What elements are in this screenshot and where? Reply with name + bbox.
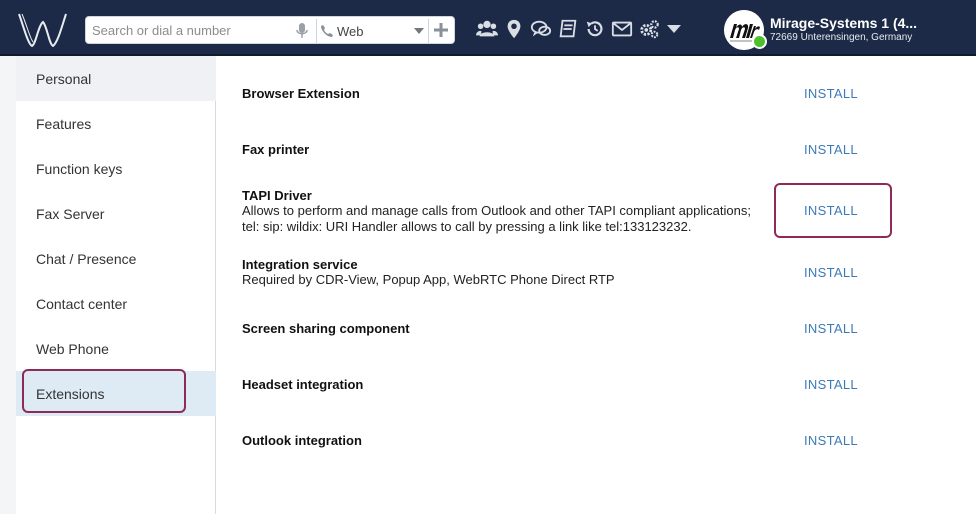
channel-label: Web: [337, 23, 364, 39]
online-status-badge: [752, 34, 767, 49]
sidebar-item-function-keys[interactable]: Function keys: [16, 146, 216, 191]
install-button-outlook-integration[interactable]: INSTALL: [804, 433, 858, 448]
sidebar-item-fax-server[interactable]: Fax Server: [16, 191, 216, 236]
divider: [316, 19, 317, 43]
channel-select[interactable]: Web: [320, 20, 364, 42]
left-gutter: [0, 56, 16, 514]
account-location: 72669 Unterensingen, Germany: [770, 32, 913, 43]
sidebar-item-personal[interactable]: Personal: [16, 56, 216, 101]
app-logo-icon[interactable]: [16, 8, 70, 50]
account-name[interactable]: Mirage-Systems 1 (4...: [770, 15, 917, 31]
sidebar-item-web-phone[interactable]: Web Phone: [16, 326, 216, 371]
sidebar-item-contact-center[interactable]: Contact center: [16, 281, 216, 326]
install-button-integration-service[interactable]: INSTALL: [804, 265, 858, 280]
history-icon[interactable]: [582, 16, 608, 42]
divider: [428, 19, 429, 43]
search-input[interactable]: [86, 17, 286, 43]
install-button-headset-integration[interactable]: INSTALL: [804, 377, 858, 392]
phone-icon: [321, 25, 333, 37]
search-box: Web: [85, 16, 455, 44]
plus-icon[interactable]: [432, 21, 450, 39]
sidebar-item-features[interactable]: Features: [16, 101, 216, 146]
dropdown-caret-icon[interactable]: [667, 25, 681, 33]
settings-sidebar: Personal Features Function keys Fax Serv…: [16, 56, 216, 514]
selection-highlight: [22, 369, 186, 413]
sidebar-item-chat-presence[interactable]: Chat / Presence: [16, 236, 216, 281]
contacts-icon[interactable]: [474, 16, 500, 42]
install-button-fax-printer[interactable]: INSTALL: [804, 142, 858, 157]
install-button-browser-extension[interactable]: INSTALL: [804, 86, 858, 101]
map-marker-icon[interactable]: [501, 16, 527, 42]
chevron-down-icon[interactable]: [414, 28, 424, 34]
book-icon[interactable]: [555, 16, 581, 42]
chat-icon[interactable]: [528, 16, 554, 42]
microphone-icon[interactable]: [295, 22, 309, 40]
mail-icon[interactable]: [609, 16, 635, 42]
top-bar: Web: [0, 0, 976, 56]
install-button-screen-sharing[interactable]: INSTALL: [804, 321, 858, 336]
toolbar-icons: [474, 16, 681, 42]
settings-icon[interactable]: [636, 16, 662, 42]
selection-highlight: [774, 183, 892, 238]
